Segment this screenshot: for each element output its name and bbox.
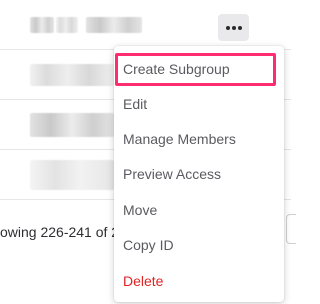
page-size-select[interactable]	[286, 214, 296, 244]
redacted-text	[30, 160, 114, 190]
table-row[interactable]	[0, 0, 291, 50]
redacted-text	[56, 17, 78, 33]
redacted-text	[30, 17, 54, 33]
ellipsis-icon-dot	[237, 25, 242, 30]
more-actions-button[interactable]	[218, 14, 249, 41]
menu-item-create-subgroup[interactable]: Create Subgroup	[114, 52, 284, 86]
ellipsis-icon	[225, 25, 230, 30]
menu-item-edit[interactable]: Edit	[114, 87, 284, 121]
menu-item-delete[interactable]: Delete	[114, 264, 284, 298]
menu-item-preview-access[interactable]: Preview Access	[114, 157, 284, 191]
menu-item-manage-members[interactable]: Manage Members	[114, 122, 284, 156]
pagination-summary: owing 226-241 of 2	[0, 224, 120, 240]
row-actions-menu: Create Subgroup Edit Manage Members Prev…	[114, 46, 284, 302]
groups-page: owing 226-241 of 2 Create Subgroup Edit …	[0, 0, 296, 304]
menu-item-copy-id[interactable]: Copy ID	[114, 228, 284, 262]
redacted-text	[30, 64, 114, 86]
ellipsis-icon-dot	[231, 25, 236, 30]
redacted-text	[86, 17, 142, 33]
redacted-text	[30, 113, 114, 137]
menu-item-move[interactable]: Move	[114, 193, 284, 227]
